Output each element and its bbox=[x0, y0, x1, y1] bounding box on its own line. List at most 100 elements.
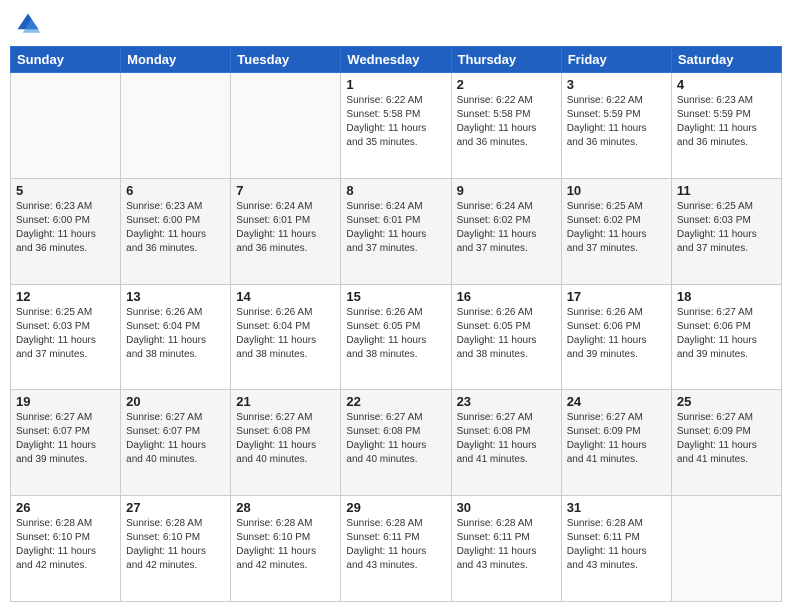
logo-icon bbox=[14, 10, 42, 38]
day-info: Sunrise: 6:28 AMSunset: 6:10 PMDaylight:… bbox=[16, 517, 115, 573]
calendar-cell bbox=[121, 73, 231, 179]
day-number: 16 bbox=[457, 289, 556, 304]
day-info: Sunrise: 6:26 AMSunset: 6:04 PMDaylight:… bbox=[126, 306, 225, 362]
day-info: Sunrise: 6:24 AMSunset: 6:01 PMDaylight:… bbox=[346, 200, 445, 256]
calendar-cell: 10 Sunrise: 6:25 AMSunset: 6:02 PMDayligh… bbox=[561, 178, 671, 284]
day-info: Sunrise: 6:25 AMSunset: 6:03 PMDaylight:… bbox=[16, 306, 115, 362]
day-number: 31 bbox=[567, 500, 666, 515]
day-number: 30 bbox=[457, 500, 556, 515]
day-info: Sunrise: 6:22 AMSunset: 5:59 PMDaylight:… bbox=[567, 94, 666, 150]
day-header-wednesday: Wednesday bbox=[341, 47, 451, 73]
day-number: 19 bbox=[16, 394, 115, 409]
day-number: 21 bbox=[236, 394, 335, 409]
day-info: Sunrise: 6:25 AMSunset: 6:02 PMDaylight:… bbox=[567, 200, 666, 256]
day-number: 26 bbox=[16, 500, 115, 515]
day-number: 7 bbox=[236, 183, 335, 198]
day-number: 10 bbox=[567, 183, 666, 198]
day-info: Sunrise: 6:23 AMSunset: 6:00 PMDaylight:… bbox=[126, 200, 225, 256]
day-number: 29 bbox=[346, 500, 445, 515]
day-number: 12 bbox=[16, 289, 115, 304]
calendar-cell: 14 Sunrise: 6:26 AMSunset: 6:04 PMDayligh… bbox=[231, 284, 341, 390]
day-number: 6 bbox=[126, 183, 225, 198]
calendar-cell: 31 Sunrise: 6:28 AMSunset: 6:11 PMDayligh… bbox=[561, 496, 671, 602]
calendar-cell bbox=[11, 73, 121, 179]
day-header-friday: Friday bbox=[561, 47, 671, 73]
calendar-cell: 15Sunrise: 6:26 AMSunset: 6:05 PMDayligh… bbox=[341, 284, 451, 390]
day-number: 27 bbox=[126, 500, 225, 515]
day-info: Sunrise: 6:26 AMSunset: 6:04 PMDaylight:… bbox=[236, 306, 335, 362]
calendar-cell bbox=[671, 496, 781, 602]
calendar-cell: 5 Sunrise: 6:23 AMSunset: 6:00 PMDaylight… bbox=[11, 178, 121, 284]
day-number: 18 bbox=[677, 289, 776, 304]
calendar-cell: 21 Sunrise: 6:27 AMSunset: 6:08 PMDayligh… bbox=[231, 390, 341, 496]
calendar-cell bbox=[231, 73, 341, 179]
calendar-cell: 3 Sunrise: 6:22 AMSunset: 5:59 PMDaylight… bbox=[561, 73, 671, 179]
day-number: 3 bbox=[567, 77, 666, 92]
calendar-cell: 17 Sunrise: 6:26 AMSunset: 6:06 PMDayligh… bbox=[561, 284, 671, 390]
day-info: Sunrise: 6:28 AMSunset: 6:10 PMDaylight:… bbox=[236, 517, 335, 573]
day-info: Sunrise: 6:28 AMSunset: 6:11 PMDaylight:… bbox=[346, 517, 445, 573]
calendar-cell: 23 Sunrise: 6:27 AMSunset: 6:08 PMDayligh… bbox=[451, 390, 561, 496]
calendar-cell: 27 Sunrise: 6:28 AMSunset: 6:10 PMDayligh… bbox=[121, 496, 231, 602]
day-number: 9 bbox=[457, 183, 556, 198]
day-info: Sunrise: 6:28 AMSunset: 6:11 PMDaylight:… bbox=[457, 517, 556, 573]
day-info: Sunrise: 6:27 AMSunset: 6:08 PMDaylight:… bbox=[457, 411, 556, 467]
day-number: 23 bbox=[457, 394, 556, 409]
calendar-cell: 2 Sunrise: 6:22 AMSunset: 5:58 PMDaylight… bbox=[451, 73, 561, 179]
logo bbox=[14, 10, 46, 38]
calendar-cell: 19 Sunrise: 6:27 AMSunset: 6:07 PMDayligh… bbox=[11, 390, 121, 496]
calendar-week-2: 5 Sunrise: 6:23 AMSunset: 6:00 PMDaylight… bbox=[11, 178, 782, 284]
day-info: Sunrise: 6:25 AMSunset: 6:03 PMDaylight:… bbox=[677, 200, 776, 256]
calendar-week-5: 26 Sunrise: 6:28 AMSunset: 6:10 PMDayligh… bbox=[11, 496, 782, 602]
calendar-week-3: 12 Sunrise: 6:25 AMSunset: 6:03 PMDayligh… bbox=[11, 284, 782, 390]
day-number: 13 bbox=[126, 289, 225, 304]
calendar-cell: 22 Sunrise: 6:27 AMSunset: 6:08 PMDayligh… bbox=[341, 390, 451, 496]
calendar-cell: 1Sunrise: 6:22 AMSunset: 5:58 PMDaylight… bbox=[341, 73, 451, 179]
calendar-cell: 6 Sunrise: 6:23 AMSunset: 6:00 PMDaylight… bbox=[121, 178, 231, 284]
calendar-cell: 12 Sunrise: 6:25 AMSunset: 6:03 PMDayligh… bbox=[11, 284, 121, 390]
day-info: Sunrise: 6:24 AMSunset: 6:01 PMDaylight:… bbox=[236, 200, 335, 256]
day-info: Sunrise: 6:27 AMSunset: 6:08 PMDaylight:… bbox=[236, 411, 335, 467]
day-info: Sunrise: 6:26 AMSunset: 6:06 PMDaylight:… bbox=[567, 306, 666, 362]
day-number: 20 bbox=[126, 394, 225, 409]
day-info: Sunrise: 6:26 AMSunset: 6:05 PMDaylight:… bbox=[346, 306, 445, 362]
calendar-table: SundayMondayTuesdayWednesdayThursdayFrid… bbox=[10, 46, 782, 602]
day-info: Sunrise: 6:24 AMSunset: 6:02 PMDaylight:… bbox=[457, 200, 556, 256]
day-number: 17 bbox=[567, 289, 666, 304]
day-number: 14 bbox=[236, 289, 335, 304]
day-info: Sunrise: 6:27 AMSunset: 6:09 PMDaylight:… bbox=[677, 411, 776, 467]
calendar-week-1: 1Sunrise: 6:22 AMSunset: 5:58 PMDaylight… bbox=[11, 73, 782, 179]
calendar-cell: 11Sunrise: 6:25 AMSunset: 6:03 PMDayligh… bbox=[671, 178, 781, 284]
day-header-thursday: Thursday bbox=[451, 47, 561, 73]
day-info: Sunrise: 6:27 AMSunset: 6:07 PMDaylight:… bbox=[16, 411, 115, 467]
day-header-saturday: Saturday bbox=[671, 47, 781, 73]
calendar-cell: 24Sunrise: 6:27 AMSunset: 6:09 PMDayligh… bbox=[561, 390, 671, 496]
day-number: 5 bbox=[16, 183, 115, 198]
calendar-cell: 7 Sunrise: 6:24 AMSunset: 6:01 PMDaylight… bbox=[231, 178, 341, 284]
day-header-sunday: Sunday bbox=[11, 47, 121, 73]
day-info: Sunrise: 6:27 AMSunset: 6:09 PMDaylight:… bbox=[567, 411, 666, 467]
day-number: 22 bbox=[346, 394, 445, 409]
calendar-cell: 29 Sunrise: 6:28 AMSunset: 6:11 PMDayligh… bbox=[341, 496, 451, 602]
calendar-cell: 25Sunrise: 6:27 AMSunset: 6:09 PMDayligh… bbox=[671, 390, 781, 496]
day-header-tuesday: Tuesday bbox=[231, 47, 341, 73]
calendar-cell: 8Sunrise: 6:24 AMSunset: 6:01 PMDaylight… bbox=[341, 178, 451, 284]
day-info: Sunrise: 6:27 AMSunset: 6:08 PMDaylight:… bbox=[346, 411, 445, 467]
day-info: Sunrise: 6:28 AMSunset: 6:10 PMDaylight:… bbox=[126, 517, 225, 573]
day-info: Sunrise: 6:23 AMSunset: 5:59 PMDaylight:… bbox=[677, 94, 776, 150]
calendar-cell: 13 Sunrise: 6:26 AMSunset: 6:04 PMDayligh… bbox=[121, 284, 231, 390]
calendar-cell: 16Sunrise: 6:26 AMSunset: 6:05 PMDayligh… bbox=[451, 284, 561, 390]
header-row: SundayMondayTuesdayWednesdayThursdayFrid… bbox=[11, 47, 782, 73]
calendar-cell: 20Sunrise: 6:27 AMSunset: 6:07 PMDayligh… bbox=[121, 390, 231, 496]
calendar-cell: 30 Sunrise: 6:28 AMSunset: 6:11 PMDayligh… bbox=[451, 496, 561, 602]
calendar-cell: 18 Sunrise: 6:27 AMSunset: 6:06 PMDayligh… bbox=[671, 284, 781, 390]
header bbox=[10, 10, 782, 38]
day-number: 2 bbox=[457, 77, 556, 92]
day-info: Sunrise: 6:22 AMSunset: 5:58 PMDaylight:… bbox=[457, 94, 556, 150]
day-info: Sunrise: 6:23 AMSunset: 6:00 PMDaylight:… bbox=[16, 200, 115, 256]
calendar-week-4: 19 Sunrise: 6:27 AMSunset: 6:07 PMDayligh… bbox=[11, 390, 782, 496]
calendar-cell: 28Sunrise: 6:28 AMSunset: 6:10 PMDayligh… bbox=[231, 496, 341, 602]
day-info: Sunrise: 6:28 AMSunset: 6:11 PMDaylight:… bbox=[567, 517, 666, 573]
day-info: Sunrise: 6:27 AMSunset: 6:06 PMDaylight:… bbox=[677, 306, 776, 362]
calendar-cell: 26 Sunrise: 6:28 AMSunset: 6:10 PMDayligh… bbox=[11, 496, 121, 602]
